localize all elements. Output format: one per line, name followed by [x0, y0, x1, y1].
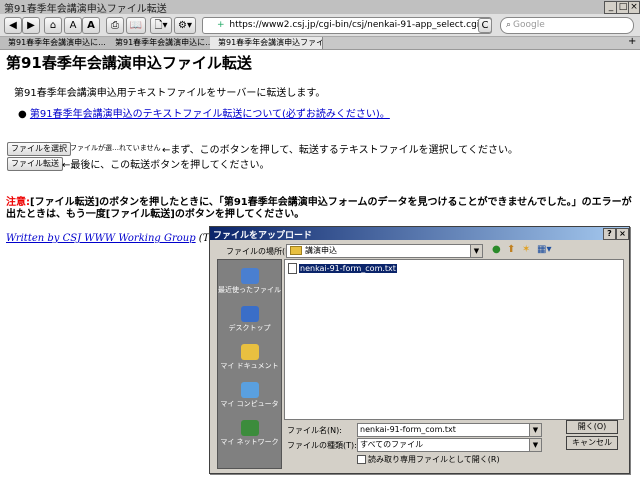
search-icon: ⌕: [506, 20, 512, 30]
back-button[interactable]: ◀: [4, 17, 22, 34]
place-recent-files[interactable]: 最近使ったファイル: [218, 268, 281, 295]
place-my-computer[interactable]: マイ コンピュータ: [218, 382, 281, 409]
chevron-down-icon[interactable]: ▼: [470, 245, 482, 257]
window-title: 第91春季年会講演申込ファイル転送: [4, 3, 167, 15]
bullet-icon: ●: [18, 109, 30, 120]
up-folder-icon[interactable]: ⬆: [507, 244, 515, 255]
note-line-2: 出たときは、もう一度[ファイル転送]のボタンを押してください。: [6, 209, 305, 220]
browser-toolbar: ◀ ▶ ⌂ A A ⎙ 📖 🗋▾ ⚙▾ + https://www2.csj.j…: [0, 14, 640, 37]
place-label: マイ ネットワーク: [220, 438, 279, 446]
new-folder-icon[interactable]: ✶: [522, 244, 530, 255]
place-label: マイ コンピュータ: [220, 400, 279, 408]
place-label: デスクトップ: [228, 324, 271, 332]
location-select[interactable]: 講演申込 ▼: [286, 244, 483, 258]
footer-link[interactable]: Written by CSJ WWW Working Group: [6, 233, 196, 244]
bookmarks-icon[interactable]: 📖: [126, 17, 146, 34]
text-larger-button[interactable]: A: [82, 17, 100, 34]
filetype-label: ファイルの種類(T):: [287, 441, 357, 450]
open-button[interactable]: 開く(O): [566, 420, 618, 434]
page-menu-icon[interactable]: 🗋▾: [150, 17, 172, 34]
new-tab-icon[interactable]: +: [628, 36, 636, 47]
view-menu-icon[interactable]: ▦▾: [537, 244, 551, 255]
choose-file-button[interactable]: ファイルを選択: [7, 142, 71, 156]
forward-button[interactable]: ▶: [22, 17, 40, 34]
instructions-link[interactable]: 第91春季年会講演申込のテキストファイル転送について(必ずお読みください)。: [30, 109, 390, 120]
filename-label: ファイル名(N):: [287, 426, 342, 435]
tab-1[interactable]: 第91春季年会講演申込に...: [0, 37, 113, 49]
chevron-down-icon[interactable]: ▼: [529, 439, 541, 451]
print-icon[interactable]: ⎙: [106, 17, 124, 34]
reload-icon[interactable]: C: [478, 18, 492, 33]
place-desktop[interactable]: デスクトップ: [218, 306, 281, 333]
instructions-list-item: ● 第91春季年会講演申込のテキストファイル転送について(必ずお読みください)。: [18, 105, 390, 120]
search-input[interactable]: ⌕ Google: [500, 17, 634, 34]
place-my-documents[interactable]: マイ ドキュメント: [218, 344, 281, 371]
file-list[interactable]: nenkai-91-form_com.txt: [284, 259, 624, 420]
back-folder-icon[interactable]: ●: [492, 244, 501, 255]
file-name: nenkai-91-form_com.txt: [299, 264, 397, 273]
no-file-text: ファイルが選…れていません: [70, 144, 161, 152]
folder-icon: [290, 246, 302, 255]
file-upload-dialog: ファイルをアップロード ? × ファイルの場所(I): 講演申込 ▼ ● ⬆ ✶…: [209, 226, 630, 474]
file-item[interactable]: nenkai-91-form_com.txt: [288, 263, 397, 274]
url-input[interactable]: + https://www2.csj.jp/cgi-bin/csj/nenkai…: [202, 17, 492, 34]
chevron-down-icon[interactable]: ▼: [529, 424, 541, 436]
filename-value: nenkai-91-form_com.txt: [360, 425, 456, 434]
location-value: 講演申込: [305, 246, 337, 255]
gear-icon[interactable]: ⚙▾: [174, 17, 196, 34]
filetype-value: すべてのファイル: [360, 440, 424, 449]
recent-files-icon: [240, 268, 259, 284]
dialog-title: ファイルをアップロード: [213, 231, 313, 241]
upload-button[interactable]: ファイル転送: [7, 157, 63, 171]
close-icon[interactable]: ×: [628, 1, 640, 14]
dialog-title-bar: ファイルをアップロード ? ×: [210, 227, 629, 241]
my-documents-icon: [240, 344, 259, 360]
tab-2[interactable]: 第91春季年会講演申込に...: [107, 37, 216, 49]
text-smaller-button[interactable]: A: [64, 17, 82, 34]
location-label: ファイルの場所(I):: [226, 247, 294, 256]
url-text: https://www2.csj.jp/cgi-bin/csj/nenkai-9…: [229, 20, 491, 30]
dialog-close-icon[interactable]: ×: [616, 228, 629, 240]
text-file-icon: [288, 263, 297, 274]
readonly-label: 読み取り専用ファイルとして開く(R): [368, 455, 500, 464]
place-my-network[interactable]: マイ ネットワーク: [218, 420, 281, 447]
choose-description: ←まず、このボタンを押して、転送するテキストファイルを選択してください。: [162, 145, 518, 156]
plus-icon[interactable]: +: [217, 20, 225, 30]
my-network-icon: [240, 420, 259, 436]
upload-description: ←最後に、この転送ボタンを押してください。: [62, 160, 270, 171]
search-placeholder: Google: [513, 20, 545, 30]
tab-3-active[interactable]: 第91春季年会講演申込ファイ...: [210, 37, 323, 49]
page-title: 第91春季年会講演申込ファイル転送: [6, 54, 252, 72]
readonly-checkbox[interactable]: [357, 455, 366, 464]
window-title-bar: 第91春季年会講演申込ファイル転送 _ □ ×: [0, 0, 640, 15]
place-label: 最近使ったファイル: [218, 286, 281, 294]
home-icon[interactable]: ⌂: [44, 17, 62, 34]
my-computer-icon: [240, 382, 259, 398]
help-icon[interactable]: ?: [603, 228, 616, 240]
desktop-icon: [240, 306, 259, 322]
tab-bar: 第91春季年会講演申込に... 第91春季年会講演申込に... 第91春季年会講…: [0, 36, 640, 50]
filetype-select[interactable]: すべてのファイル ▼: [357, 438, 542, 452]
places-bar: 最近使ったファイル デスクトップ マイ ドキュメント マイ コンピュータ マイ …: [217, 259, 282, 469]
filename-input[interactable]: nenkai-91-form_com.txt ▼: [357, 423, 542, 437]
place-label: マイ ドキュメント: [220, 362, 279, 370]
readonly-option[interactable]: 読み取り専用ファイルとして開く(R): [357, 454, 500, 465]
intro-text: 第91春季年会講演申込用テキストファイルをサーバーに転送します。: [14, 88, 326, 99]
cancel-button[interactable]: キャンセル: [566, 436, 618, 450]
